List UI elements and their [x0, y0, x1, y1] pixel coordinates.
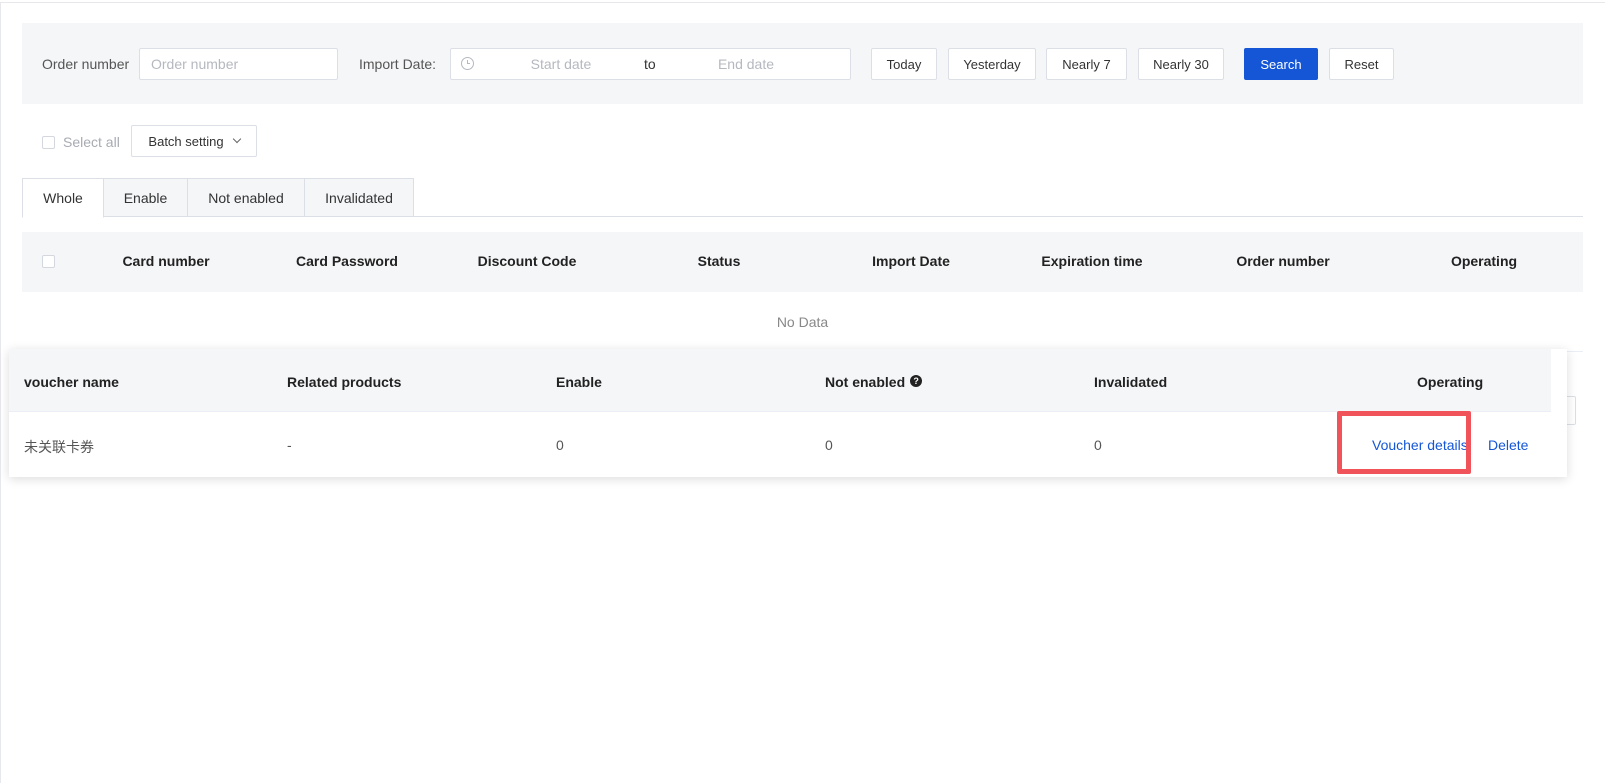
search-button[interactable]: Search — [1244, 48, 1318, 80]
column-operating: Operating — [1450, 253, 1518, 269]
tab-invalidated[interactable]: Invalidated — [305, 178, 414, 217]
column-related-products: Related products — [287, 374, 402, 390]
column-invalidated: Invalidated — [1094, 374, 1168, 390]
column-operating: Operating — [1417, 374, 1484, 390]
column-status: Status — [697, 253, 741, 269]
table-row: 未关联卡券 - 0 0 0 Voucher details Delete — [9, 412, 1551, 477]
import-date-label: Import Date: — [359, 56, 437, 72]
column-order-number: Order number — [1236, 253, 1330, 269]
column-voucher-name: voucher name — [24, 374, 119, 390]
voucher-popup: voucher name Related products Enable Not… — [9, 349, 1567, 477]
order-number-input[interactable] — [140, 49, 337, 79]
select-all-label: Select all — [63, 134, 120, 150]
column-import-date: Import Date — [872, 253, 950, 269]
order-number-field[interactable] — [139, 48, 338, 80]
header-select-checkbox[interactable] — [42, 255, 55, 268]
related-products: - — [287, 437, 292, 453]
column-expiration-time: Expiration time — [1041, 253, 1143, 269]
end-date-input[interactable] — [671, 49, 821, 79]
help-icon[interactable]: ? — [910, 374, 923, 387]
empty-state: No Data — [22, 292, 1583, 352]
column-card-password: Card Password — [296, 253, 398, 269]
column-not-enabled-label: Not enabled — [825, 374, 906, 390]
status-tabs: Whole Enable Not enabled Invalidated — [22, 178, 414, 218]
voucher-name: 未关联卡券 — [24, 439, 94, 455]
not-enabled-count: 0 — [825, 437, 833, 453]
batch-setting-dropdown[interactable]: Batch setting — [131, 125, 257, 157]
select-all[interactable]: Select all — [42, 134, 120, 150]
chevron-down-icon — [232, 134, 241, 144]
tab-whole[interactable]: Whole — [22, 178, 104, 218]
column-card-number: Card number — [122, 253, 210, 269]
nearly-7-button[interactable]: Nearly 7 — [1046, 48, 1127, 80]
order-number-label: Order number — [42, 56, 130, 72]
invalidated-count: 0 — [1094, 437, 1102, 453]
start-date-input[interactable] — [486, 49, 636, 79]
range-separator: to — [644, 56, 656, 72]
voucher-table-header: voucher name Related products Enable Not… — [9, 349, 1551, 412]
enable-count: 0 — [556, 437, 564, 453]
delete-link[interactable]: Delete — [1488, 437, 1528, 453]
column-enable: Enable — [556, 374, 602, 390]
batch-setting-label: Batch setting — [148, 133, 224, 149]
reset-button[interactable]: Reset — [1329, 48, 1394, 80]
yesterday-button[interactable]: Yesterday — [948, 48, 1036, 80]
select-all-checkbox[interactable] — [42, 135, 55, 149]
tab-not-enabled[interactable]: Not enabled — [188, 178, 305, 217]
import-date-range[interactable]: to — [450, 48, 851, 80]
today-button[interactable]: Today — [871, 48, 937, 80]
clock-icon — [461, 57, 474, 70]
cards-table-header: Card number Card Password Discount Code … — [22, 232, 1583, 292]
column-not-enabled: Not enabled ? — [825, 374, 923, 390]
filter-bar: Order number Import Date: to Today Yeste… — [22, 23, 1583, 104]
cards-table: Card number Card Password Discount Code … — [22, 232, 1583, 352]
tab-enable[interactable]: Enable — [104, 178, 188, 217]
nearly-30-button[interactable]: Nearly 30 — [1138, 48, 1224, 80]
voucher-details-link[interactable]: Voucher details — [1372, 437, 1468, 453]
column-discount-code: Discount Code — [477, 253, 577, 269]
